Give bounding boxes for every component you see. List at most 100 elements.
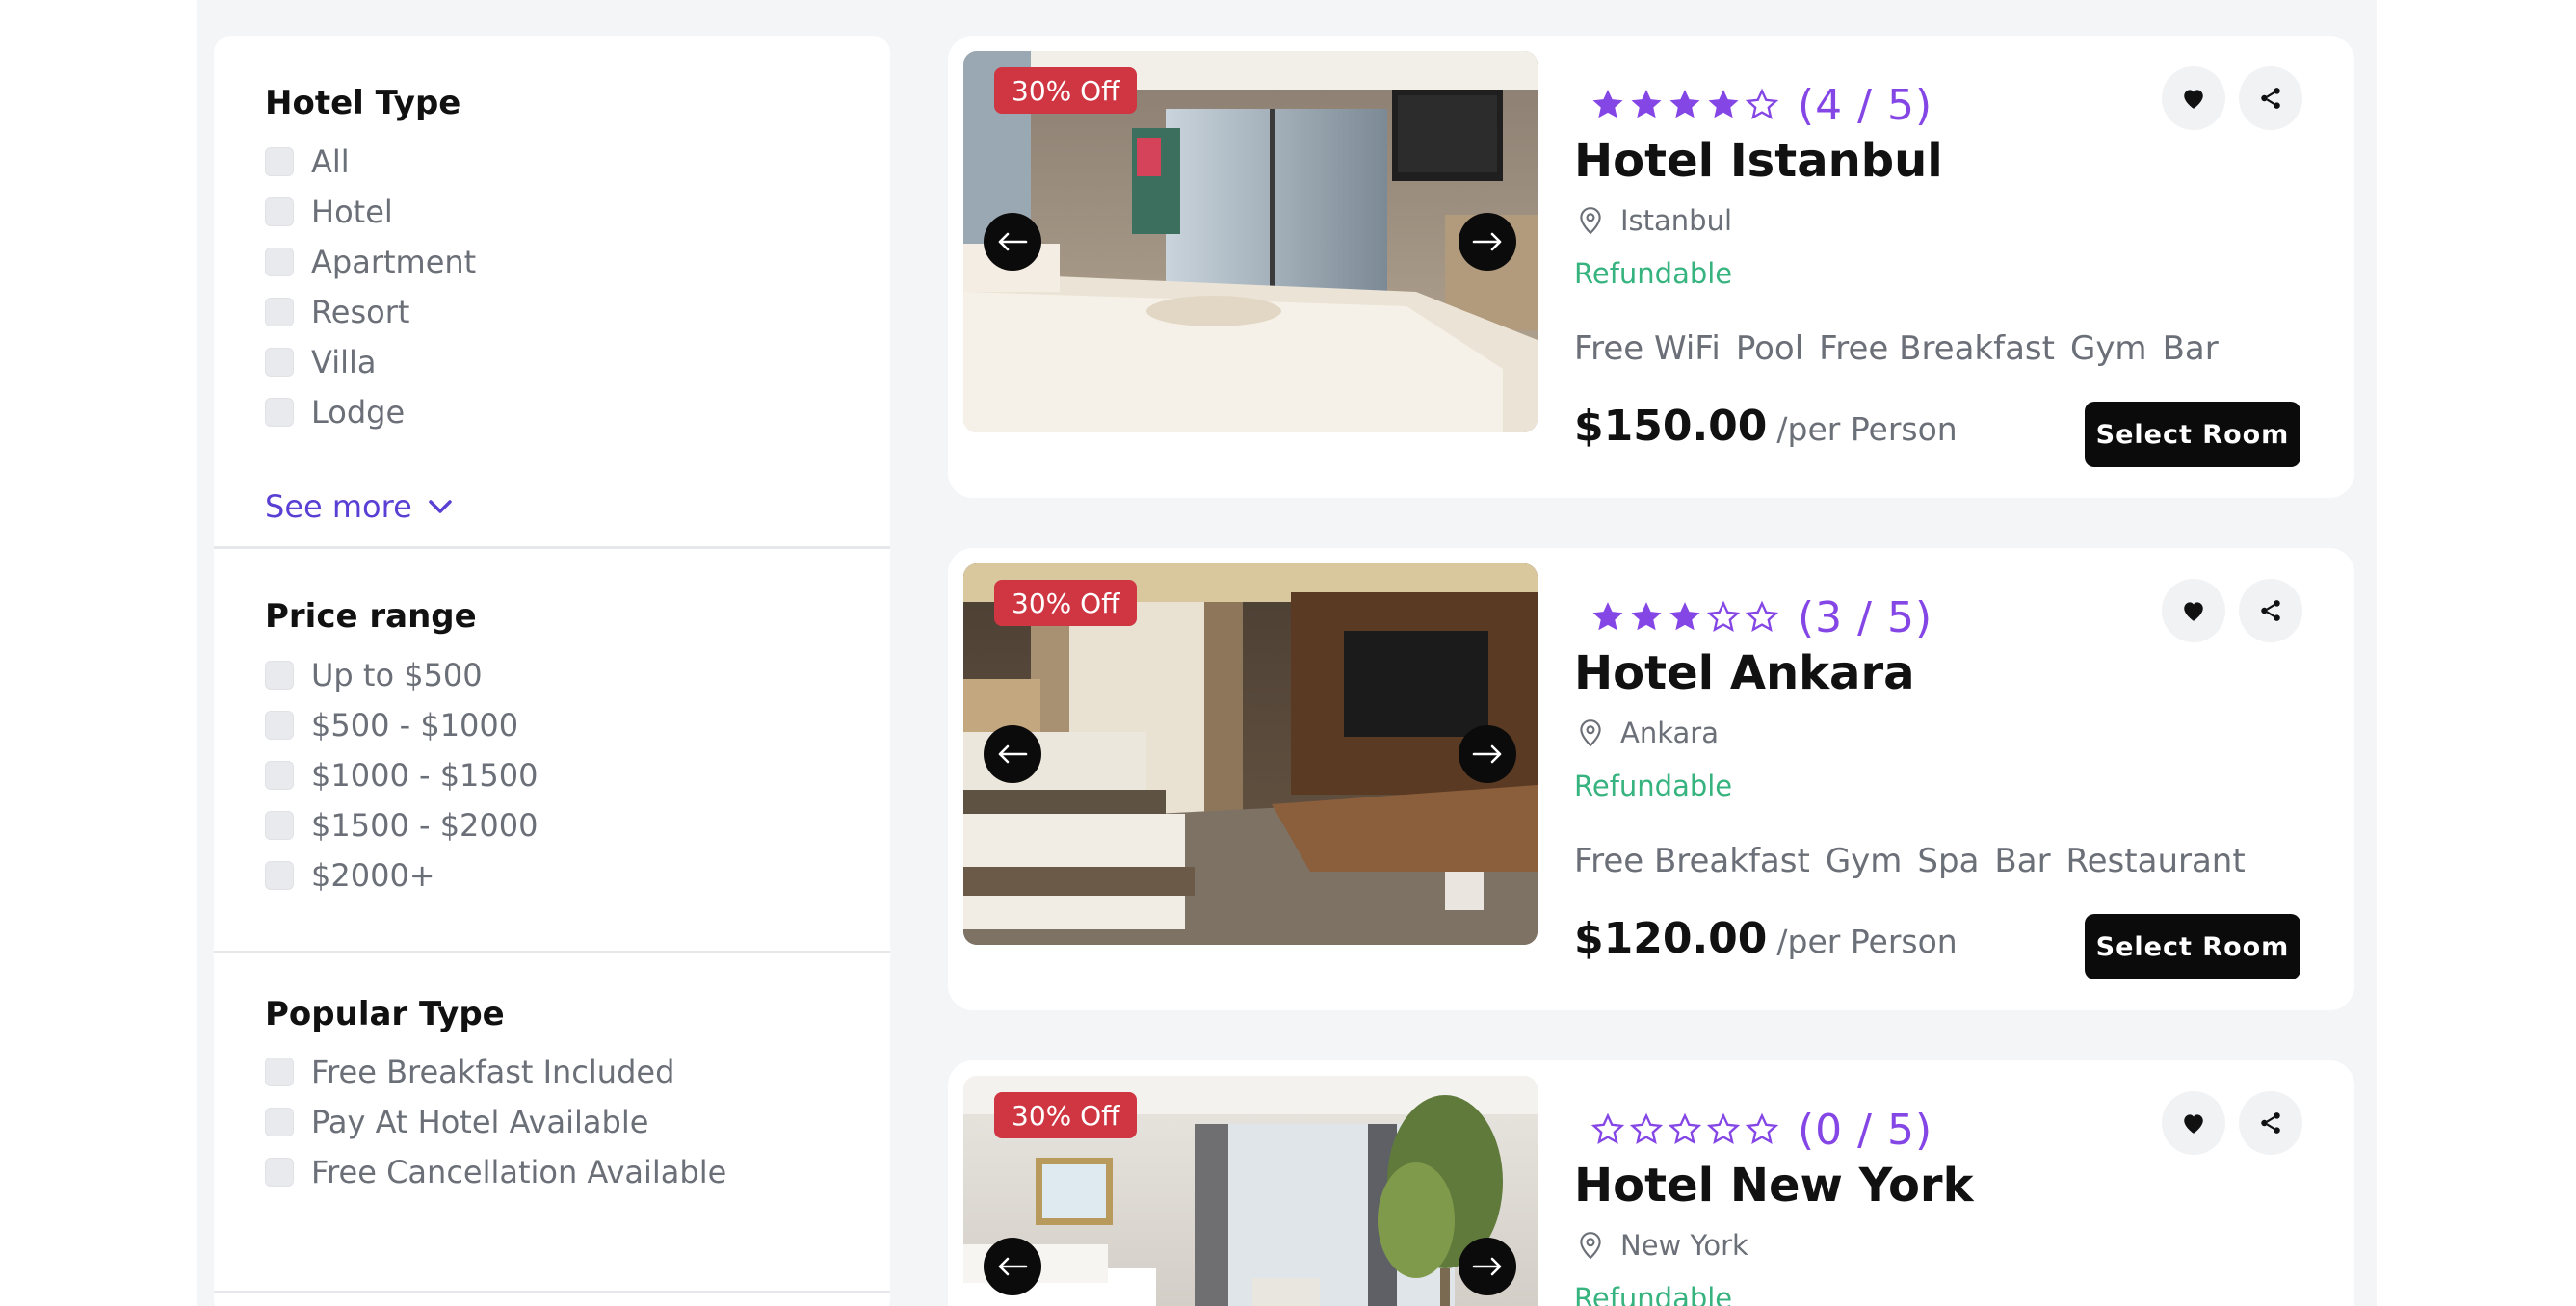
location-text: Ankara xyxy=(1620,717,1719,749)
checkbox[interactable] xyxy=(265,298,294,326)
prev-image-button[interactable] xyxy=(984,725,1041,783)
next-image-button[interactable] xyxy=(1459,725,1516,783)
checkbox[interactable] xyxy=(265,147,294,176)
price: $120.00 xyxy=(1574,914,1768,963)
filter-option[interactable]: $1000 - $1500 xyxy=(265,756,538,795)
checkbox[interactable] xyxy=(265,398,294,427)
map-pin-icon xyxy=(1580,207,1601,235)
hotel-location: Ankara xyxy=(1574,714,1719,752)
share-button[interactable] xyxy=(2239,1091,2302,1155)
checkbox[interactable] xyxy=(265,1058,294,1086)
amenity: Spa xyxy=(1917,842,1980,880)
amenity: Restaurant xyxy=(2065,842,2246,880)
filter-title: Popular Type xyxy=(265,995,505,1033)
next-image-button[interactable] xyxy=(1459,1238,1516,1295)
star-filled-icon xyxy=(1631,602,1662,631)
star-filled-icon xyxy=(1592,90,1623,118)
price-row: $120.00 /per Person xyxy=(1574,914,1958,963)
share-button[interactable] xyxy=(2239,579,2302,642)
filter-option[interactable]: Villa xyxy=(265,343,376,381)
price-unit: /per Person xyxy=(1776,923,1958,960)
rating: (0 / 5) xyxy=(1590,1101,1932,1159)
star-empty-icon xyxy=(1745,88,1779,120)
filter-option[interactable]: Resort xyxy=(265,293,409,331)
filter-sidebar: Hotel Type All Hotel Apartment Resort Vi… xyxy=(214,36,890,1306)
filter-popular-type: Popular Type Free Breakfast Included Pay… xyxy=(214,953,890,1291)
rating-text: (0 / 5) xyxy=(1798,1105,1933,1155)
star-empty-icon xyxy=(1745,1112,1779,1145)
checkbox[interactable] xyxy=(265,1158,294,1187)
prev-image-button[interactable] xyxy=(984,213,1041,271)
star-empty-icon xyxy=(1629,1112,1664,1145)
hotel-photo: 30% Off xyxy=(963,1076,1538,1306)
filter-option[interactable]: $1500 - $2000 xyxy=(265,806,538,845)
favorite-button[interactable] xyxy=(2162,1091,2225,1155)
arrow-right-icon xyxy=(1472,232,1502,251)
refundable-label: Refundable xyxy=(1574,1282,1733,1306)
share-icon xyxy=(2261,88,2280,109)
prev-image-button[interactable] xyxy=(984,1238,1041,1295)
filter-hotel-type: Hotel Type All Hotel Apartment Resort Vi… xyxy=(214,36,890,546)
share-button[interactable] xyxy=(2239,66,2302,130)
star-empty-icon xyxy=(1706,1112,1741,1145)
heart-icon xyxy=(2184,602,2203,621)
filter-option[interactable]: Hotel xyxy=(265,193,393,231)
hotel-name[interactable]: Hotel New York xyxy=(1574,1159,1974,1213)
option-label: $1500 - $2000 xyxy=(311,807,539,844)
divider xyxy=(214,1291,890,1293)
location-text: Istanbul xyxy=(1620,204,1733,237)
star-filled-icon xyxy=(1592,602,1623,631)
favorite-button[interactable] xyxy=(2162,66,2225,130)
option-label: Resort xyxy=(311,294,410,330)
filter-option[interactable]: $2000+ xyxy=(265,856,435,895)
option-label: Pay At Hotel Available xyxy=(311,1104,649,1140)
hotel-location: Istanbul xyxy=(1574,201,1732,240)
discount-badge: 30% Off xyxy=(994,580,1138,626)
arrow-left-icon xyxy=(998,744,1028,764)
discount-badge: 30% Off xyxy=(994,67,1138,114)
filter-option[interactable]: Up to $500 xyxy=(265,656,483,694)
checkbox[interactable] xyxy=(265,248,294,276)
checkbox[interactable] xyxy=(265,861,294,890)
hotel-name[interactable]: Hotel Ankara xyxy=(1574,646,1915,700)
filter-option[interactable]: Lodge xyxy=(265,393,405,431)
option-label: Up to $500 xyxy=(311,657,483,693)
amenity: Pool xyxy=(1735,329,1804,368)
filter-option[interactable]: Apartment xyxy=(265,243,476,281)
arrow-right-icon xyxy=(1472,1257,1502,1276)
checkbox[interactable] xyxy=(265,711,294,740)
filter-option[interactable]: Free Cancellation Available xyxy=(265,1153,726,1191)
filter-title: Hotel Type xyxy=(265,84,461,122)
map-pin-icon xyxy=(1580,719,1601,747)
option-label: $1000 - $1500 xyxy=(311,757,539,794)
option-label: $2000+ xyxy=(311,857,435,894)
checkbox[interactable] xyxy=(265,1108,294,1136)
see-more-link[interactable]: See more xyxy=(265,488,453,525)
filter-option[interactable]: $500 - $1000 xyxy=(265,706,518,744)
amenities-list: Free WiFi Pool Free Breakfast Gym Bar xyxy=(1574,325,2234,373)
filter-option[interactable]: Pay At Hotel Available xyxy=(265,1103,648,1141)
filter-option[interactable]: All xyxy=(265,143,350,181)
select-room-button[interactable]: Select Room xyxy=(2085,402,2300,467)
option-label: Free Cancellation Available xyxy=(311,1154,727,1190)
refundable-label: Refundable xyxy=(1574,257,1733,290)
select-room-button[interactable]: Select Room xyxy=(2085,914,2300,980)
hotel-name[interactable]: Hotel Istanbul xyxy=(1574,134,1943,188)
amenity: Bar xyxy=(1994,842,2051,880)
option-label: Hotel xyxy=(311,194,393,230)
checkbox[interactable] xyxy=(265,811,294,840)
option-label: All xyxy=(311,144,350,180)
amenities-list: Free Breakfast Gym Spa Bar Restaurant xyxy=(1574,837,2261,885)
checkbox[interactable] xyxy=(265,761,294,790)
next-image-button[interactable] xyxy=(1459,213,1516,271)
rating-text: (4 / 5) xyxy=(1798,80,1933,130)
arrow-left-icon xyxy=(998,1257,1028,1276)
discount-badge: 30% Off xyxy=(994,1092,1138,1138)
option-label: Apartment xyxy=(311,244,477,280)
star-empty-icon xyxy=(1745,600,1779,633)
filter-option[interactable]: Free Breakfast Included xyxy=(265,1053,674,1091)
checkbox[interactable] xyxy=(265,348,294,377)
favorite-button[interactable] xyxy=(2162,579,2225,642)
checkbox[interactable] xyxy=(265,197,294,226)
checkbox[interactable] xyxy=(265,661,294,690)
